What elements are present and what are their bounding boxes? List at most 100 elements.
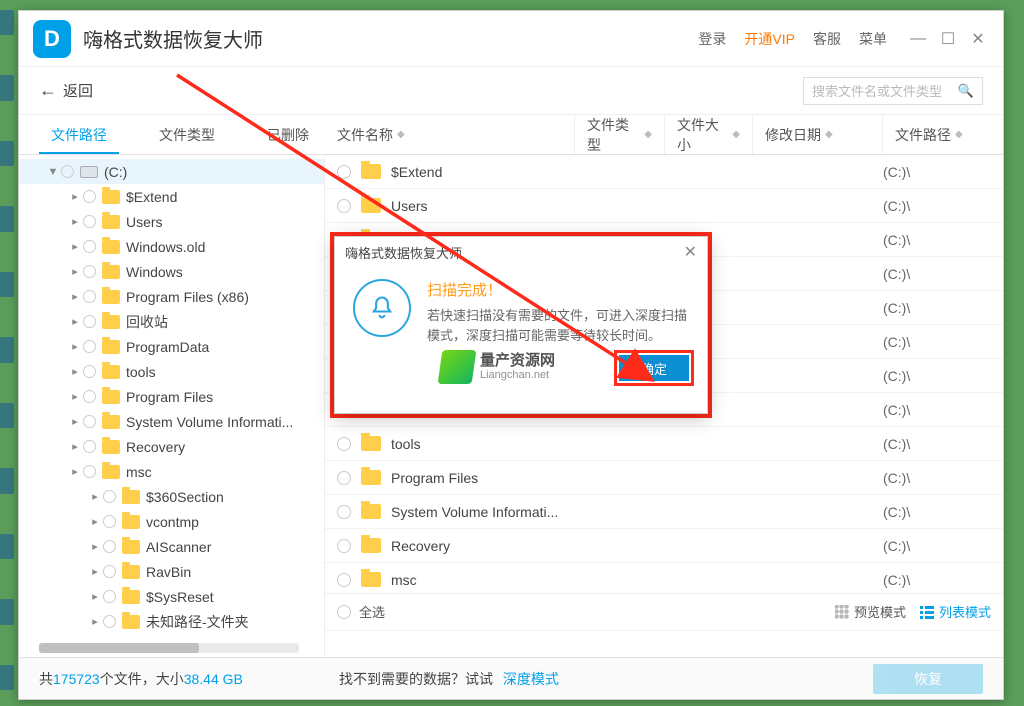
- select-all-label[interactable]: 全选: [359, 602, 385, 621]
- radio-icon[interactable]: [83, 365, 96, 378]
- caret-right-icon[interactable]: ▸: [69, 390, 81, 403]
- row-radio[interactable]: [337, 505, 351, 519]
- row-radio[interactable]: [337, 437, 351, 451]
- menu-link[interactable]: 菜单: [859, 29, 887, 49]
- caret-right-icon[interactable]: ▸: [69, 190, 81, 203]
- radio-icon[interactable]: [83, 465, 96, 478]
- recover-button[interactable]: 恢复: [873, 664, 983, 694]
- horizontal-scrollbar[interactable]: [39, 643, 299, 653]
- tree-item[interactable]: ▸$360Section: [19, 484, 324, 509]
- tree-item[interactable]: ▸未知路径-文件夹: [19, 609, 324, 634]
- radio-icon[interactable]: [83, 215, 96, 228]
- radio-icon[interactable]: [103, 515, 116, 528]
- col-path[interactable]: 文件路径◆: [883, 115, 1003, 154]
- radio-icon[interactable]: [83, 240, 96, 253]
- caret-down-icon[interactable]: ▼: [47, 166, 59, 178]
- radio-icon[interactable]: [83, 190, 96, 203]
- tree-item[interactable]: ▸Program Files: [19, 384, 324, 409]
- tree-root[interactable]: ▼ (C:): [19, 159, 324, 184]
- radio-icon[interactable]: [83, 415, 96, 428]
- tree-item[interactable]: ▸$SysReset: [19, 584, 324, 609]
- radio-icon[interactable]: [103, 490, 116, 503]
- table-row[interactable]: tools(C:)\: [325, 427, 1003, 461]
- col-size[interactable]: 文件大小◆: [665, 115, 753, 154]
- radio-icon[interactable]: [83, 290, 96, 303]
- tree-item[interactable]: ▸System Volume Informati...: [19, 409, 324, 434]
- tab-type[interactable]: 文件类型: [147, 116, 227, 154]
- radio-icon[interactable]: [83, 315, 96, 328]
- tree-item[interactable]: ▸AIScanner: [19, 534, 324, 559]
- back-button[interactable]: ← 返回: [39, 80, 93, 101]
- row-radio[interactable]: [337, 199, 351, 213]
- caret-right-icon[interactable]: ▸: [89, 515, 101, 528]
- caret-right-icon[interactable]: ▸: [89, 615, 101, 628]
- row-radio[interactable]: [337, 165, 351, 179]
- caret-right-icon[interactable]: ▸: [89, 490, 101, 503]
- table-row[interactable]: Users(C:)\: [325, 189, 1003, 223]
- caret-right-icon[interactable]: ▸: [89, 540, 101, 553]
- radio-icon[interactable]: [83, 340, 96, 353]
- minimize-button[interactable]: —: [907, 28, 929, 50]
- caret-right-icon[interactable]: ▸: [89, 590, 101, 603]
- caret-right-icon[interactable]: ▸: [89, 565, 101, 578]
- search-input[interactable]: 搜索文件名或文件类型 🔍: [803, 77, 983, 105]
- tree-item[interactable]: ▸Recovery: [19, 434, 324, 459]
- folder-tree[interactable]: ▼ (C:) ▸$Extend▸Users▸Windows.old▸Window…: [19, 155, 325, 657]
- row-radio[interactable]: [337, 471, 351, 485]
- col-date[interactable]: 修改日期◆: [753, 115, 883, 154]
- table-row[interactable]: $Extend(C:)\: [325, 155, 1003, 189]
- tab-deleted[interactable]: 已删除: [255, 116, 321, 154]
- radio-icon[interactable]: [103, 615, 116, 628]
- table-row[interactable]: System Volume Informati...(C:)\: [325, 495, 1003, 529]
- caret-right-icon[interactable]: ▸: [69, 440, 81, 453]
- radio-icon[interactable]: [83, 265, 96, 278]
- caret-right-icon[interactable]: ▸: [69, 415, 81, 428]
- tree-item[interactable]: ▸Users: [19, 209, 324, 234]
- radio-icon[interactable]: [103, 540, 116, 553]
- tree-item[interactable]: ▸tools: [19, 359, 324, 384]
- caret-right-icon[interactable]: ▸: [69, 240, 81, 253]
- folder-icon: [122, 540, 140, 554]
- tree-item[interactable]: ▸Windows.old: [19, 234, 324, 259]
- col-name[interactable]: 文件名称◆: [325, 115, 575, 154]
- caret-right-icon[interactable]: ▸: [69, 290, 81, 303]
- login-link[interactable]: 登录: [698, 29, 726, 49]
- deep-scan-link[interactable]: 深度模式: [503, 671, 559, 687]
- dialog-close-button[interactable]: ✕: [684, 242, 697, 262]
- tab-path[interactable]: 文件路径: [39, 116, 119, 154]
- tree-item[interactable]: ▸ProgramData: [19, 334, 324, 359]
- preview-mode-button[interactable]: 预览模式: [835, 602, 906, 621]
- tree-item[interactable]: ▸RavBin: [19, 559, 324, 584]
- radio-icon[interactable]: [61, 165, 74, 178]
- folder-icon: [102, 390, 120, 404]
- vip-link[interactable]: 开通VIP: [744, 29, 795, 49]
- ok-button[interactable]: 确定: [619, 355, 689, 381]
- table-row[interactable]: Program Files(C:)\: [325, 461, 1003, 495]
- caret-right-icon[interactable]: ▸: [69, 265, 81, 278]
- caret-right-icon[interactable]: ▸: [69, 365, 81, 378]
- table-row[interactable]: msc(C:)\: [325, 563, 1003, 597]
- tree-item[interactable]: ▸$Extend: [19, 184, 324, 209]
- select-all-radio[interactable]: [337, 605, 351, 619]
- service-link[interactable]: 客服: [813, 29, 841, 49]
- caret-right-icon[interactable]: ▸: [69, 215, 81, 228]
- tree-item[interactable]: ▸回收站: [19, 309, 324, 334]
- col-type[interactable]: 文件类型◆: [575, 115, 665, 154]
- radio-icon[interactable]: [83, 440, 96, 453]
- caret-right-icon[interactable]: ▸: [69, 465, 81, 478]
- list-mode-button[interactable]: 列表模式: [920, 602, 991, 621]
- caret-right-icon[interactable]: ▸: [69, 340, 81, 353]
- tree-item[interactable]: ▸msc: [19, 459, 324, 484]
- maximize-button[interactable]: ☐: [937, 28, 959, 50]
- table-row[interactable]: Recovery(C:)\: [325, 529, 1003, 563]
- caret-right-icon[interactable]: ▸: [69, 315, 81, 328]
- row-radio[interactable]: [337, 539, 351, 553]
- close-button[interactable]: ✕: [967, 28, 989, 50]
- tree-item[interactable]: ▸Windows: [19, 259, 324, 284]
- row-radio[interactable]: [337, 573, 351, 587]
- tree-item[interactable]: ▸Program Files (x86): [19, 284, 324, 309]
- radio-icon[interactable]: [103, 565, 116, 578]
- radio-icon[interactable]: [103, 590, 116, 603]
- tree-item[interactable]: ▸vcontmp: [19, 509, 324, 534]
- radio-icon[interactable]: [83, 390, 96, 403]
